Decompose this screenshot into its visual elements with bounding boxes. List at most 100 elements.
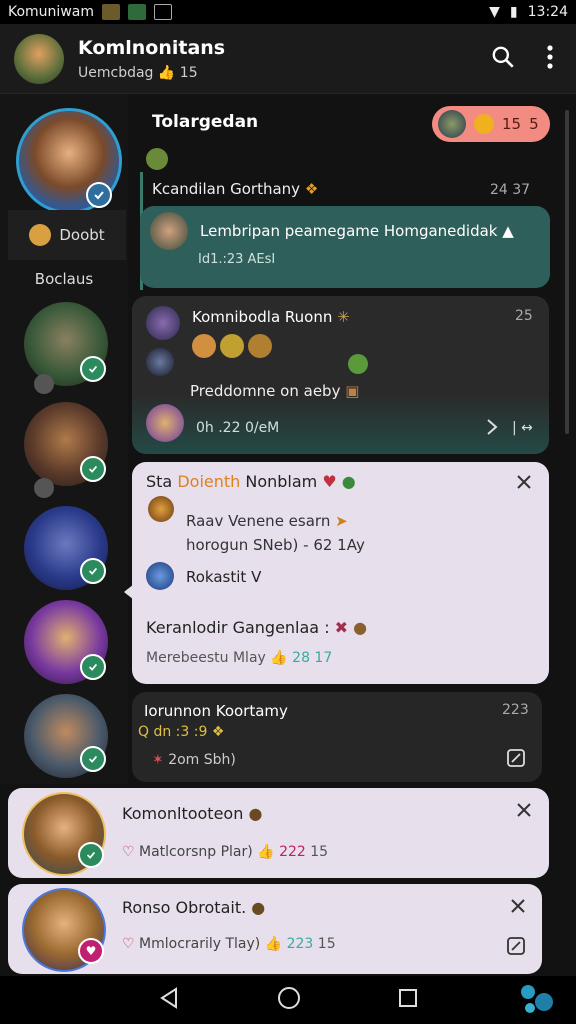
wifi-icon: ▼ xyxy=(489,4,500,20)
emoji-icon xyxy=(220,334,244,358)
medal-icon: ● xyxy=(353,618,368,637)
leaf-icon: ● xyxy=(341,472,356,491)
edit-icon[interactable] xyxy=(506,748,526,772)
reaction-pill[interactable]: 15 5 xyxy=(432,106,550,142)
app-bar: Komlnonitans Uemcbdag 👍 15 xyxy=(0,24,576,94)
fire-icon xyxy=(474,114,494,134)
check-icon xyxy=(80,456,106,482)
sidebar: Doobt Boclaus xyxy=(0,94,128,784)
message-avatar xyxy=(150,212,188,250)
card-title: Sta Doienth Nonblam ♥ ● xyxy=(146,472,356,491)
thumbs-up-icon: 👍 xyxy=(257,844,275,860)
check-icon xyxy=(78,842,104,868)
star-icon: ✶ xyxy=(152,752,164,768)
gift-icon: ❖ xyxy=(211,724,225,740)
message-sender: Kcandilan Gorthany ❖ xyxy=(152,180,319,198)
card-avatar xyxy=(148,496,174,522)
close-icon[interactable] xyxy=(510,898,526,918)
emoji-icon xyxy=(192,334,216,358)
check-icon xyxy=(80,654,106,680)
assistant-icon[interactable] xyxy=(518,982,558,1018)
status-app-name: Komuniwam xyxy=(8,4,94,20)
thumbs-up-icon: 👍 xyxy=(270,650,288,666)
check-icon xyxy=(80,356,106,382)
card-avatar xyxy=(146,306,180,340)
emoji-icon: ● xyxy=(248,804,263,823)
back-icon[interactable] xyxy=(158,987,180,1013)
status-dot-icon xyxy=(34,374,54,394)
card-title: Komonltooteon ● xyxy=(122,804,263,823)
notification-icon xyxy=(128,4,146,20)
feed-title: Tolargedan xyxy=(152,112,259,132)
chat-subtitle: Uemcbdag 👍 15 xyxy=(78,64,198,81)
medal-icon: ✳ xyxy=(337,308,350,326)
battery-icon: ▮ xyxy=(509,4,518,20)
heart-icon: ♡ xyxy=(122,936,135,952)
message-meta: Id1.:23 AEsI xyxy=(198,252,276,267)
message-text: Lembripan peamegame Homganedidak ▲ xyxy=(200,222,514,240)
card-count: 223 xyxy=(502,702,529,718)
heart-icon: ♥ xyxy=(322,472,337,491)
home-icon[interactable] xyxy=(277,986,301,1014)
feed-card[interactable]: Komnibodla Ruonn ✳ 25 Preddomne on aeby … xyxy=(132,296,549,454)
thumbs-up-icon: 👍 xyxy=(264,936,283,952)
message-time: 24 37 xyxy=(490,182,531,198)
status-dot-icon xyxy=(34,478,54,498)
close-icon[interactable] xyxy=(516,474,532,494)
pill-avatar xyxy=(438,110,466,138)
card-title: Iorunnon Koortamy xyxy=(144,702,288,720)
message-bubble[interactable]: Lembripan peamegame Homganedidak ▲ Id1.:… xyxy=(140,206,550,288)
chevron-right-icon[interactable] xyxy=(486,418,498,440)
recents-icon[interactable] xyxy=(398,988,418,1012)
card-footer: ♡ Matlcorsnp Plar) 👍 222 15 xyxy=(122,844,329,860)
check-icon xyxy=(80,558,106,584)
card-count: 25 xyxy=(515,308,533,324)
card-avatar xyxy=(146,404,184,442)
swords-icon: ✖ xyxy=(334,618,349,637)
group-avatar[interactable] xyxy=(14,33,64,84)
emoji-icon xyxy=(248,334,272,358)
sticker-icon xyxy=(348,354,368,374)
card-avatar xyxy=(146,562,174,590)
card-footer: ♡ Mmlocrarily Tlay) 👍 223 15 xyxy=(122,936,336,952)
section-label: Boclaus xyxy=(34,270,94,288)
card-avatar xyxy=(146,348,174,376)
check-icon xyxy=(86,182,112,208)
feed-card[interactable]: Komonltooteon ● ♡ Matlcorsnp Plar) 👍 222… xyxy=(8,788,549,878)
card-footer: Merebeestu Mlay 👍 28 17 xyxy=(146,650,333,666)
emoji-icon: ● xyxy=(251,898,266,917)
card-title: Ronso Obrotait. ● xyxy=(122,898,266,917)
profile-emoji-icon xyxy=(29,224,52,246)
trophy-icon: ❖ xyxy=(304,180,319,198)
card-line: horogun SNeb) - 62 1Ay xyxy=(186,536,365,554)
edit-icon[interactable] xyxy=(506,936,526,960)
screenshot-icon xyxy=(154,4,172,20)
small-emoji-icon xyxy=(146,148,168,170)
more-vert-icon[interactable] xyxy=(546,44,554,74)
arrow-icon: ➤ xyxy=(335,512,348,530)
feed-card[interactable]: ♥ Ronso Obrotait. ● ♡ Mmlocrarily Tlay) … xyxy=(8,884,542,974)
card-time: 0h .22 0/eM xyxy=(196,420,280,436)
profile-label: Doobt xyxy=(59,226,105,244)
search-icon[interactable] xyxy=(490,44,516,74)
scrollbar[interactable] xyxy=(565,110,569,434)
heart-icon: ♡ xyxy=(122,844,135,860)
status-time: 13:24 xyxy=(527,4,568,20)
card-line: Raav Venene esarn ➤ xyxy=(186,512,348,530)
pill-extra: 5 xyxy=(529,115,539,133)
card-user: Rokastit V xyxy=(186,568,262,586)
card-title: Komnibodla Ruonn ✳ xyxy=(192,308,350,326)
card-line: Q dn :3 :9 ❖ xyxy=(138,724,225,740)
close-icon[interactable] xyxy=(516,802,532,822)
check-icon xyxy=(80,746,106,772)
chat-title: Komlnonitans xyxy=(78,36,226,59)
share-icon[interactable]: | ↔ xyxy=(512,420,533,436)
card-line: Keranlodir Gangenlaa : ✖ ● xyxy=(146,618,368,637)
thumbs-up-icon: 👍 xyxy=(157,64,176,81)
feed-card[interactable]: Sta Doienth Nonblam ♥ ● Raav Venene esar… xyxy=(132,462,549,684)
card-line: ✶ 2om Sbh) xyxy=(152,752,236,768)
profile-tab[interactable]: Doobt xyxy=(8,210,126,260)
notification-icon xyxy=(102,4,120,20)
feed-card[interactable]: Iorunnon Koortamy 223 Q dn :3 :9 ❖ ✶ 2om… xyxy=(132,692,542,782)
emoji-row xyxy=(192,334,272,358)
